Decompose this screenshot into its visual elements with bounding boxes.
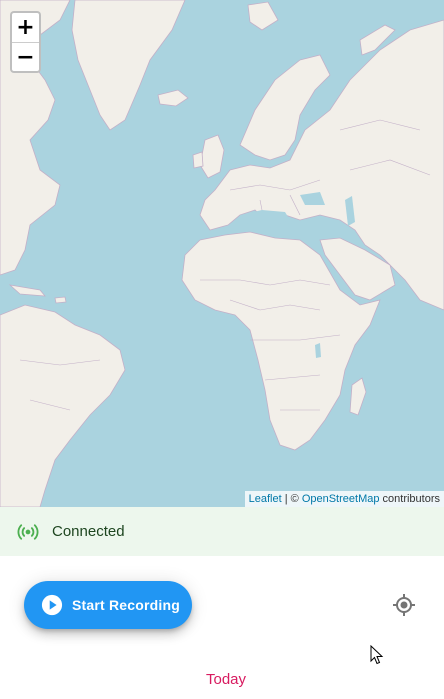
attribution-separator: | ©	[281, 493, 302, 505]
day-header: Today	[205, 671, 247, 688]
start-recording-button[interactable]: Start Recording	[24, 581, 192, 629]
map-container[interactable]: + − Leaflet | © OpenStreetMap contributo…	[0, 0, 444, 507]
attribution-contributors: contributors	[379, 493, 440, 505]
zoom-control: + −	[10, 11, 41, 73]
my-location-icon[interactable]	[392, 593, 416, 617]
mouse-pointer-icon	[370, 645, 384, 665]
zoom-out-button[interactable]: −	[12, 42, 39, 71]
world-map-tiles	[0, 0, 444, 507]
map-attribution: Leaflet | © OpenStreetMap contributors	[244, 491, 444, 507]
zoom-in-button[interactable]: +	[12, 13, 39, 42]
play-circle-icon	[41, 594, 63, 616]
openstreetmap-link[interactable]: OpenStreetMap	[302, 493, 380, 505]
connection-status-text: Connected	[52, 523, 125, 540]
connection-status-bar: Connected	[0, 507, 444, 556]
start-recording-label: Start Recording	[72, 597, 181, 613]
leaflet-link[interactable]: Leaflet	[249, 493, 282, 505]
broadcast-signal-icon	[17, 523, 39, 540]
